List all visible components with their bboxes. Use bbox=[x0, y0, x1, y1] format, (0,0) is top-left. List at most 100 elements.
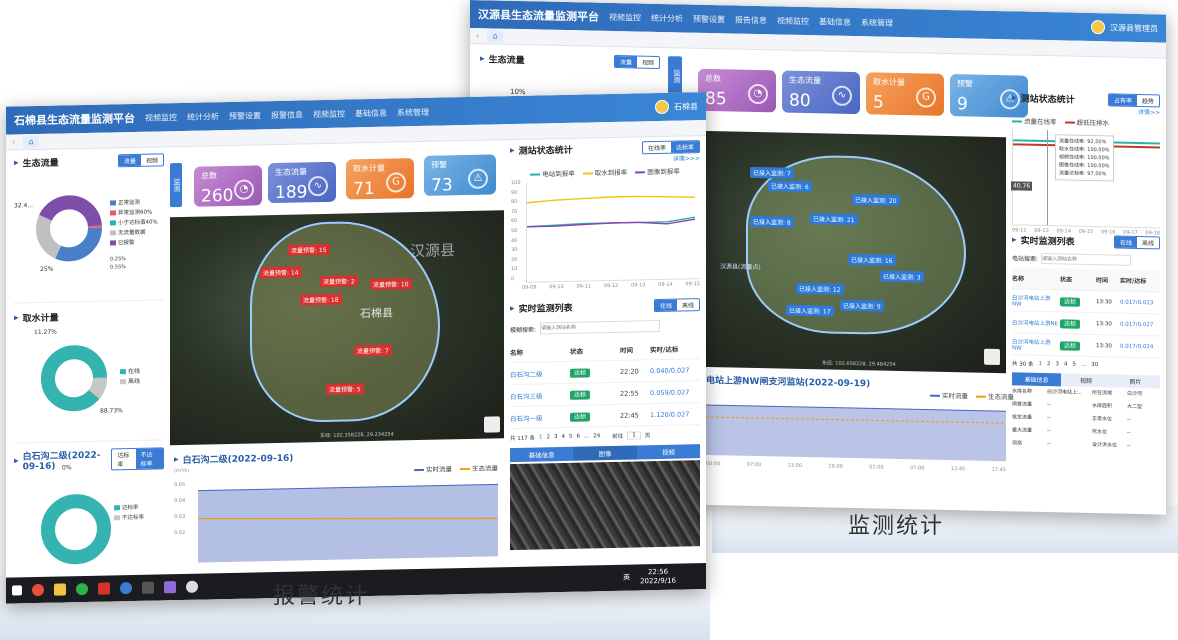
chevron-left-icon[interactable]: ‹ bbox=[476, 31, 479, 40]
page-button[interactable]: 30 bbox=[1091, 362, 1098, 368]
menu-alert[interactable]: 预警设置 bbox=[229, 110, 261, 122]
page-button[interactable]: 5 bbox=[569, 434, 573, 440]
page-button[interactable]: 3 bbox=[554, 434, 558, 440]
toggle-offline[interactable]: 离线 bbox=[677, 299, 699, 310]
toggle-online-rate[interactable]: 在线率 bbox=[643, 142, 671, 154]
chevron-left-icon[interactable]: ‹ bbox=[12, 137, 15, 146]
tab-video[interactable]: 视频 bbox=[1061, 373, 1111, 388]
page-button[interactable]: 1 bbox=[539, 434, 543, 440]
row-name[interactable]: 白沙河电站上游NW bbox=[1012, 293, 1060, 308]
toggle-flow[interactable]: 流量 bbox=[614, 56, 637, 68]
page-button[interactable]: 6 bbox=[577, 434, 581, 440]
front-realtime-toggle[interactable]: 在线 离线 bbox=[653, 298, 700, 313]
goto-input[interactable]: 1 bbox=[627, 431, 641, 440]
map-marker[interactable]: 已接入监测: 8 bbox=[750, 215, 794, 228]
search-input[interactable] bbox=[540, 319, 661, 335]
page-button[interactable]: 1 bbox=[1039, 361, 1043, 367]
menu-base-info[interactable]: 基础信息 bbox=[819, 16, 851, 28]
page-button[interactable]: 5 bbox=[1073, 362, 1077, 368]
layers-icon[interactable] bbox=[984, 348, 1000, 366]
alert-marker[interactable]: 流量预警: 10 bbox=[370, 278, 412, 291]
menu-report[interactable]: 报警信息 bbox=[271, 109, 303, 121]
table-row[interactable]: 白石沟一级 达标 22:45 1.120/0.027 bbox=[510, 403, 700, 430]
camera-image[interactable] bbox=[510, 460, 700, 551]
map-marker[interactable]: 已接入监测: 7 bbox=[750, 166, 794, 179]
alert-marker[interactable]: 流量预警: 18 bbox=[300, 293, 342, 306]
app-icon[interactable] bbox=[164, 581, 176, 594]
wps-icon[interactable] bbox=[98, 582, 110, 595]
menu-system[interactable]: 系统管理 bbox=[397, 106, 429, 118]
page-button[interactable]: 24 bbox=[593, 433, 600, 439]
map-marker[interactable]: 已接入监测: 21 bbox=[810, 213, 858, 226]
map-marker[interactable]: 已接入监测: 9 bbox=[840, 299, 884, 312]
map-view[interactable]: 汉源县 石棉县 流量预警: 15 流量预警: 14 流量预警: 2 流量预警: … bbox=[170, 210, 504, 446]
page-button[interactable]: 2 bbox=[1047, 361, 1051, 367]
toggle-online[interactable]: 在线 bbox=[1114, 236, 1137, 248]
menu-video[interactable]: 视频监控 bbox=[145, 112, 177, 124]
back-status-toggle[interactable]: 占有率 趋势 bbox=[1107, 93, 1160, 108]
row-name[interactable]: 白石沟二级 bbox=[510, 367, 570, 379]
menu-stats[interactable]: 统计分析 bbox=[651, 12, 683, 24]
row-name[interactable]: 白沙河电站上游NW bbox=[1012, 337, 1060, 352]
menu-video[interactable]: 视频监控 bbox=[609, 11, 641, 23]
table-row[interactable]: 白沙河电站上游NW 达标 13:30 0.017/0.013 bbox=[1012, 289, 1160, 315]
toggle-rate[interactable]: 占有率 bbox=[1108, 94, 1137, 106]
station-toggle[interactable]: 达标率 不达标率 bbox=[111, 446, 164, 470]
toggle-trend[interactable]: 趋势 bbox=[1137, 95, 1159, 106]
row-name[interactable]: 白石沟一级 bbox=[510, 411, 570, 423]
toggle-online[interactable]: 在线 bbox=[654, 299, 677, 312]
toggle-video[interactable]: 视频 bbox=[141, 154, 163, 165]
back-status-more[interactable]: 详情>> bbox=[1012, 104, 1160, 116]
back-realtime-toggle[interactable]: 在线 离线 bbox=[1113, 235, 1160, 250]
map-marker[interactable]: 已接入监测: 3 bbox=[880, 270, 924, 283]
map-marker[interactable]: 已接入监测: 20 bbox=[852, 194, 900, 206]
front-status-toggle[interactable]: 在线率 达标率 bbox=[641, 140, 700, 155]
side-tab-monitor[interactable]: 监测 bbox=[170, 162, 182, 208]
table-row[interactable]: 白沙河电站上游NW 达标 13:30 0.017/0.024 bbox=[1012, 333, 1160, 359]
eco-toggle[interactable]: 流量 视频 bbox=[613, 55, 660, 69]
menu-report[interactable]: 报告信息 bbox=[735, 14, 767, 26]
page-button[interactable]: 2 bbox=[547, 434, 551, 440]
search-icon[interactable] bbox=[120, 582, 132, 595]
wechat-icon[interactable] bbox=[76, 582, 88, 596]
map-marker[interactable]: 已接入监测: 12 bbox=[796, 282, 844, 295]
alert-marker[interactable]: 流量预警: 7 bbox=[354, 344, 392, 357]
search-input[interactable] bbox=[1041, 252, 1132, 266]
user-menu[interactable]: 石棉县 bbox=[655, 99, 698, 115]
app-icon[interactable] bbox=[186, 580, 198, 593]
terminal-icon[interactable] bbox=[142, 581, 154, 594]
toggle-reach[interactable]: 达标率 bbox=[112, 448, 135, 468]
alert-marker[interactable]: 流量预警: 2 bbox=[320, 275, 358, 288]
layers-icon[interactable] bbox=[484, 416, 500, 433]
row-name[interactable]: 白石沟三级 bbox=[510, 389, 570, 401]
eco-toggle[interactable]: 流量 视频 bbox=[117, 153, 164, 168]
tab-base-info[interactable]: 基础信息 bbox=[1012, 372, 1062, 387]
chrome-icon[interactable] bbox=[32, 583, 44, 597]
menu-system[interactable]: 系统管理 bbox=[861, 17, 893, 29]
page-button[interactable]: 4 bbox=[562, 434, 566, 440]
map-marker[interactable]: 已接入监测: 6 bbox=[768, 180, 812, 193]
menu-alert[interactable]: 预警设置 bbox=[693, 13, 725, 25]
map-marker[interactable]: 已接入监测: 16 bbox=[848, 253, 896, 266]
home-icon[interactable]: ⌂ bbox=[23, 135, 40, 148]
alert-marker[interactable]: 流量预警: 5 bbox=[326, 383, 364, 395]
page-button[interactable]: 4 bbox=[1064, 361, 1068, 367]
menu-stats[interactable]: 统计分析 bbox=[187, 111, 219, 123]
tab-photo[interactable]: 照片 bbox=[1110, 374, 1160, 389]
alert-marker[interactable]: 流量预警: 15 bbox=[288, 243, 330, 256]
menu-video-2[interactable]: 视频监控 bbox=[777, 15, 809, 27]
toggle-unreach[interactable]: 不达标率 bbox=[135, 447, 163, 469]
row-name[interactable]: 白沙河电站上游NE bbox=[1012, 318, 1060, 327]
map-marker[interactable]: 已接入监测: 17 bbox=[786, 304, 834, 317]
table-row[interactable]: 白沙河电站上游NE 达标 13:30 0.017/0.027 bbox=[1012, 311, 1160, 337]
tab-base-info[interactable]: 基础信息 bbox=[510, 446, 574, 463]
menu-base-info[interactable]: 基础信息 bbox=[355, 107, 387, 119]
toggle-offline[interactable]: 离线 bbox=[1137, 237, 1159, 248]
alert-marker[interactable]: 流量预警: 14 bbox=[260, 266, 302, 279]
toggle-video[interactable]: 视频 bbox=[637, 56, 659, 67]
page-button[interactable]: 3 bbox=[1056, 361, 1060, 367]
tab-image[interactable]: 图像 bbox=[573, 445, 637, 461]
side-tab-monitor[interactable]: 监测 bbox=[668, 56, 682, 97]
home-icon[interactable]: ⌂ bbox=[487, 29, 504, 43]
tab-video[interactable]: 视频 bbox=[636, 444, 700, 460]
